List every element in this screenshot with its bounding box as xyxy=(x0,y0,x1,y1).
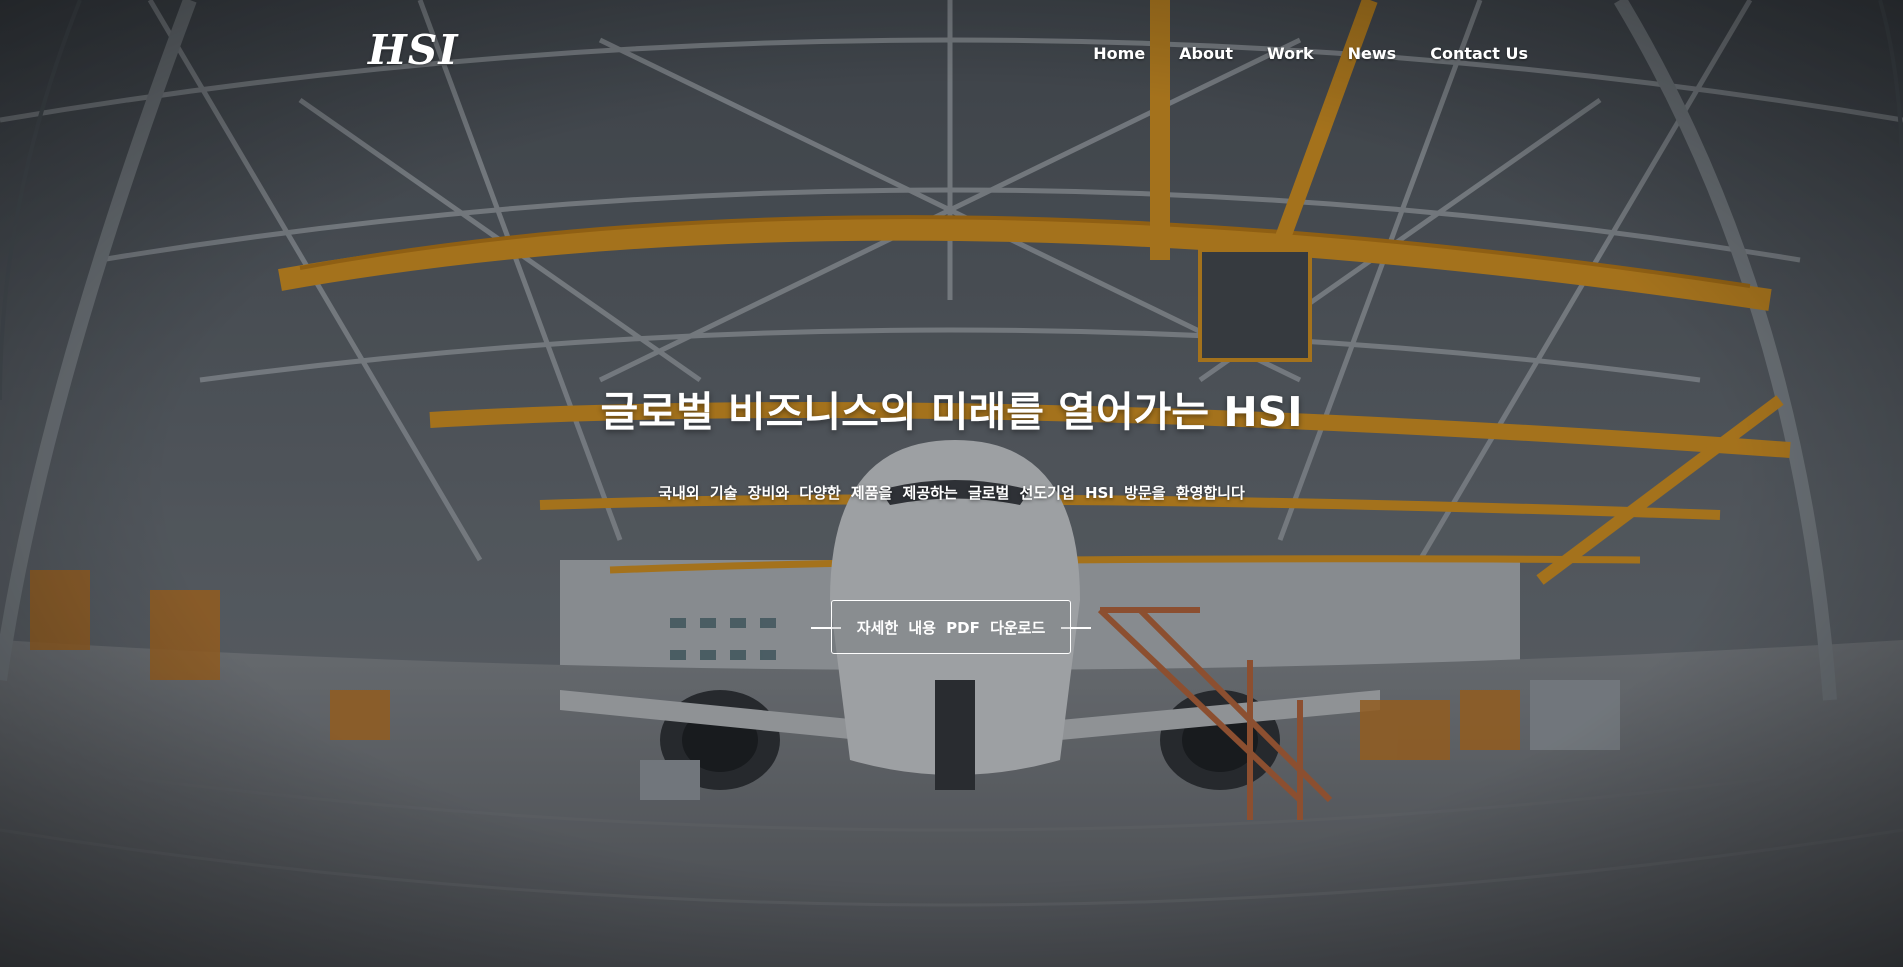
hero-title: 글로벌 비즈니스의 미래를 열어가는 HSI xyxy=(600,388,1303,436)
site-logo[interactable]: HSI xyxy=(368,26,459,74)
hero-subtitle: 국내외 기술 장비와 다양한 제품을 제공하는 글로벌 선도기업 HSI 방문을… xyxy=(658,484,1245,502)
nav-link-news[interactable]: News xyxy=(1348,44,1397,63)
cta-container: 자세한 내용 PDF 다운로드 xyxy=(811,600,1091,656)
hero-section: HSI Home About Work News Contact Us 글로벌 … xyxy=(0,0,1903,967)
nav-link-contact-us[interactable]: Contact Us xyxy=(1430,44,1528,63)
pdf-download-button[interactable]: 자세한 내용 PDF 다운로드 xyxy=(831,600,1071,654)
nav-link-work[interactable]: Work xyxy=(1267,44,1314,63)
nav-link-home[interactable]: Home xyxy=(1093,44,1145,63)
main-nav: Home About Work News Contact Us xyxy=(1059,44,1528,63)
nav-link-about[interactable]: About xyxy=(1179,44,1233,63)
